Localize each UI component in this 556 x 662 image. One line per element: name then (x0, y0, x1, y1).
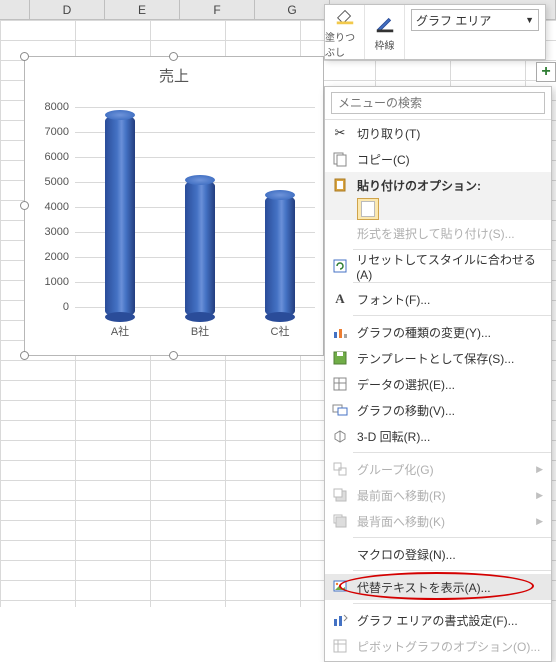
menu-search-input[interactable] (331, 92, 545, 114)
menu-item-group: グループ化(G) ▶ (325, 456, 551, 482)
menu-item-label: 貼り付けのオプション: (357, 177, 481, 194)
select-value: グラフ エリア (416, 12, 491, 29)
font-icon: A (331, 290, 349, 308)
format-icon (331, 611, 349, 629)
chevron-right-icon: ▶ (536, 490, 543, 501)
resize-handle[interactable] (169, 351, 178, 360)
menu-item-label: グラフ エリアの書式設定(F)... (357, 612, 518, 629)
copy-icon (331, 150, 349, 168)
menu-item-3d-rotation[interactable]: 3-D 回転(R)... (325, 423, 551, 449)
menu-item-label: 形式を選択して貼り付け(S)... (357, 225, 515, 242)
menu-item-paste-special: 形式を選択して貼り付け(S)... (325, 220, 551, 246)
chart-type-icon (331, 323, 349, 341)
y-tick-label: 8000 (35, 101, 69, 113)
chart-title[interactable]: 売上 (25, 65, 323, 86)
pivot-icon (331, 637, 349, 655)
menu-item-alt-text[interactable]: 代替テキストを表示(A)... (325, 574, 551, 600)
outline-button[interactable]: 枠線 (365, 5, 405, 59)
clipboard-icon (331, 176, 349, 194)
menu-item-paste-options: 貼り付けのオプション: (325, 172, 551, 220)
select-data-icon (331, 375, 349, 393)
chart-object[interactable]: 売上 8000 7000 6000 5000 4000 3000 2000 10… (24, 56, 324, 356)
chevron-down-icon: ▼ (525, 15, 534, 25)
y-tick-label: 4000 (35, 201, 69, 213)
menu-item-label: グラフの移動(V)... (357, 402, 455, 419)
menu-item-label: 最背面へ移動(K) (357, 513, 445, 530)
chevron-right-icon: ▶ (536, 516, 543, 527)
menu-item-label: グループ化(G) (357, 461, 434, 478)
resize-handle[interactable] (20, 201, 29, 210)
chart-element-select-wrap: グラフ エリア ▼ (405, 5, 545, 59)
chart-add-element-button[interactable]: + (536, 62, 556, 82)
x-tick-label: A社 (100, 323, 140, 339)
menu-item-label: 最前面へ移動(R) (357, 487, 446, 504)
send-back-icon (331, 512, 349, 530)
col-header[interactable]: E (105, 0, 180, 19)
col-header[interactable]: G (255, 0, 330, 19)
y-tick-label: 5000 (35, 176, 69, 188)
menu-item-label: ピボットグラフのオプション(O)... (357, 638, 540, 655)
outline-label: 枠線 (375, 37, 395, 52)
bring-front-icon (331, 486, 349, 504)
menu-item-label: リセットしてスタイルに合わせる(A) (356, 251, 543, 282)
menu-item-change-chart-type[interactable]: グラフの種類の変更(Y)... (325, 319, 551, 345)
resize-handle[interactable] (169, 52, 178, 61)
plus-icon: + (541, 63, 550, 81)
menu-item-save-template[interactable]: テンプレートとして保存(S)... (325, 345, 551, 371)
y-tick-label: 3000 (35, 226, 69, 238)
paste-option-button[interactable] (357, 198, 379, 220)
reset-icon (331, 257, 348, 275)
menu-item-label: 3-D 回転(R)... (357, 428, 430, 445)
col-header[interactable]: D (30, 0, 105, 19)
menu-item-assign-macro[interactable]: マクロの登録(N)... (325, 541, 551, 567)
menu-search-wrap (325, 87, 551, 120)
menu-item-pivot-chart-options: ピボットグラフのオプション(O)... (325, 633, 551, 659)
mini-toolbar: 塗りつぶし 枠線 グラフ エリア ▼ (324, 4, 546, 60)
fill-button[interactable]: 塗りつぶし (325, 5, 365, 59)
x-tick-label: C社 (260, 323, 300, 339)
menu-item-reset-style[interactable]: リセットしてスタイルに合わせる(A) (325, 253, 551, 279)
menu-item-bring-to-front: 最前面へ移動(R) ▶ (325, 482, 551, 508)
rotate-3d-icon (331, 427, 349, 445)
paint-bucket-icon (333, 5, 357, 27)
resize-handle[interactable] (20, 351, 29, 360)
alt-text-icon (331, 578, 349, 596)
menu-item-label: フォント(F)... (357, 291, 430, 308)
menu-item-copy[interactable]: コピー(C) (325, 146, 551, 172)
y-tick-label: 6000 (35, 151, 69, 163)
menu-item-move-chart[interactable]: グラフの移動(V)... (325, 397, 551, 423)
col-header[interactable]: F (180, 0, 255, 19)
y-tick-label: 0 (35, 301, 69, 313)
cut-icon: ✂ (331, 124, 349, 142)
context-menu: ✂ 切り取り(T) コピー(C) 貼り付けのオプション: 形式を選択して貼り付け… (324, 86, 552, 662)
menu-item-font[interactable]: A フォント(F)... (325, 286, 551, 312)
pen-icon (373, 13, 397, 35)
y-tick-label: 7000 (35, 126, 69, 138)
x-tick-label: B社 (180, 323, 220, 339)
chart-element-select[interactable]: グラフ エリア ▼ (411, 9, 539, 31)
chart-bar[interactable] (265, 195, 295, 317)
chart-bar[interactable] (105, 115, 135, 317)
menu-item-label: マクロの登録(N)... (357, 546, 456, 563)
menu-item-label: テンプレートとして保存(S)... (357, 350, 514, 367)
menu-item-select-data[interactable]: データの選択(E)... (325, 371, 551, 397)
menu-item-send-to-back: 最背面へ移動(K) ▶ (325, 508, 551, 534)
y-tick-label: 2000 (35, 251, 69, 263)
y-tick-label: 1000 (35, 276, 69, 288)
menu-item-label: コピー(C) (357, 151, 410, 168)
menu-item-label: 代替テキストを表示(A)... (357, 579, 491, 596)
menu-item-label: データの選択(E)... (357, 376, 455, 393)
chart-plot-area[interactable]: 8000 7000 6000 5000 4000 3000 2000 1000 … (75, 107, 315, 317)
group-icon (331, 460, 349, 478)
resize-handle[interactable] (20, 52, 29, 61)
menu-item-format-chart-area[interactable]: グラフ エリアの書式設定(F)... (325, 607, 551, 633)
menu-item-label: グラフの種類の変更(Y)... (357, 324, 491, 341)
move-chart-icon (331, 401, 349, 419)
chevron-right-icon: ▶ (536, 464, 543, 475)
menu-item-cut[interactable]: ✂ 切り取り(T) (325, 120, 551, 146)
fill-label: 塗りつぶし (325, 29, 364, 59)
save-template-icon (331, 349, 349, 367)
menu-item-label: 切り取り(T) (357, 125, 420, 142)
chart-bar[interactable] (185, 180, 215, 317)
